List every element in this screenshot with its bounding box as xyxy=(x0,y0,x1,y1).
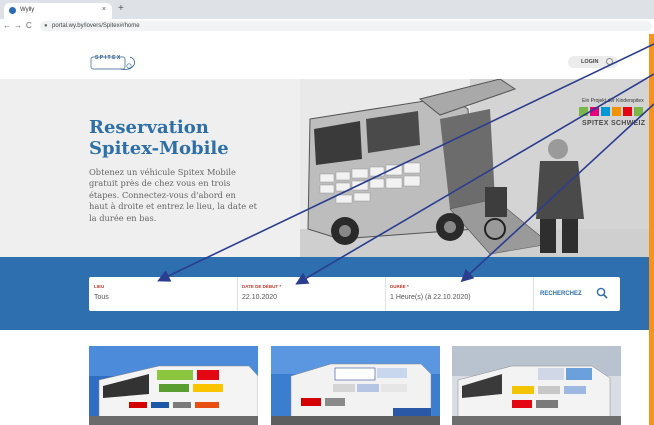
lock-icon: ● xyxy=(44,23,48,29)
back-icon[interactable]: ← xyxy=(3,21,11,31)
start-date-field[interactable]: DATE DE DÉBUT * 22.10.2020 xyxy=(237,277,386,311)
logo-text: SPITEX xyxy=(95,55,122,61)
hero-desc-line: haut à droite et entrez le lieu, la date… xyxy=(89,201,258,212)
favicon-icon xyxy=(9,7,16,14)
browser-tab-bar: Wylly × + xyxy=(0,0,654,19)
search-button-label: RECHERCHEZ xyxy=(540,291,582,297)
hero-desc-line: Obtenez un véhicule Spitex Mobile xyxy=(89,167,236,177)
location-label: LIEU xyxy=(94,284,105,289)
page-border xyxy=(649,34,654,425)
location-value[interactable]: Tous xyxy=(94,294,109,301)
duration-value[interactable]: 1 Heure(s) (à 22.10.2020) xyxy=(390,294,471,301)
hero-desc-line: la durée en bas. xyxy=(89,212,157,223)
hero-title-line-1: Reservation xyxy=(89,117,209,138)
hero-title-line-2: Spitex-Mobile xyxy=(89,138,229,159)
reload-icon[interactable]: C xyxy=(26,21,32,31)
search-button[interactable]: RECHERCHEZ xyxy=(533,277,620,311)
login-label: LOGIN xyxy=(581,59,599,65)
sponsor-caption: Ein Projekt der Kinderspitex xyxy=(582,98,644,104)
hero-desc-line: gratuit près de chez vous en trois xyxy=(89,178,231,189)
vehicle-card-image[interactable] xyxy=(271,346,440,425)
duration-label: DURÉE * xyxy=(390,284,409,289)
url-text: portal.wy.by/lovers/Spitex#/home xyxy=(52,23,140,29)
address-bar: ← → C ● portal.wy.by/lovers/Spitex#/home xyxy=(0,19,654,35)
login-button[interactable]: LOGIN xyxy=(568,56,618,68)
url-field[interactable]: ● portal.wy.by/lovers/Spitex#/home xyxy=(40,21,652,31)
tab-title: Wylly xyxy=(20,7,35,13)
browser-tab[interactable]: Wylly × xyxy=(4,3,112,19)
user-icon xyxy=(606,58,613,65)
tab-close-icon[interactable]: × xyxy=(102,6,106,13)
vehicle-card-image[interactable] xyxy=(452,346,621,425)
start-date-label: DATE DE DÉBUT * xyxy=(242,284,282,289)
forward-icon[interactable]: → xyxy=(14,21,22,31)
location-field[interactable]: LIEU Tous xyxy=(89,277,238,311)
search-bar: LIEU Tous DATE DE DÉBUT * 22.10.2020 DUR… xyxy=(89,277,620,311)
hero-desc-line: étapes. Connectez-vous d'abord en xyxy=(89,189,236,200)
vehicle-card-image[interactable] xyxy=(89,346,258,425)
hero-title: Reservation Spitex-Mobile xyxy=(89,117,309,159)
browser-window: Wylly × + ← → C ● portal.wy.by/lovers/Sp… xyxy=(0,0,654,425)
start-date-value[interactable]: 22.10.2020 xyxy=(242,294,277,301)
sponsor-name: SPITEX SCHWEIZ xyxy=(582,120,646,127)
search-icon xyxy=(596,287,608,299)
new-tab-icon[interactable]: + xyxy=(118,3,124,15)
hero-photo xyxy=(300,79,649,257)
hero-description: Obtenez un véhicule Spitex Mobile gratui… xyxy=(89,167,289,224)
kinder-logo xyxy=(579,107,643,116)
duration-field[interactable]: DURÉE * 1 Heure(s) (à 22.10.2020) xyxy=(385,277,534,311)
